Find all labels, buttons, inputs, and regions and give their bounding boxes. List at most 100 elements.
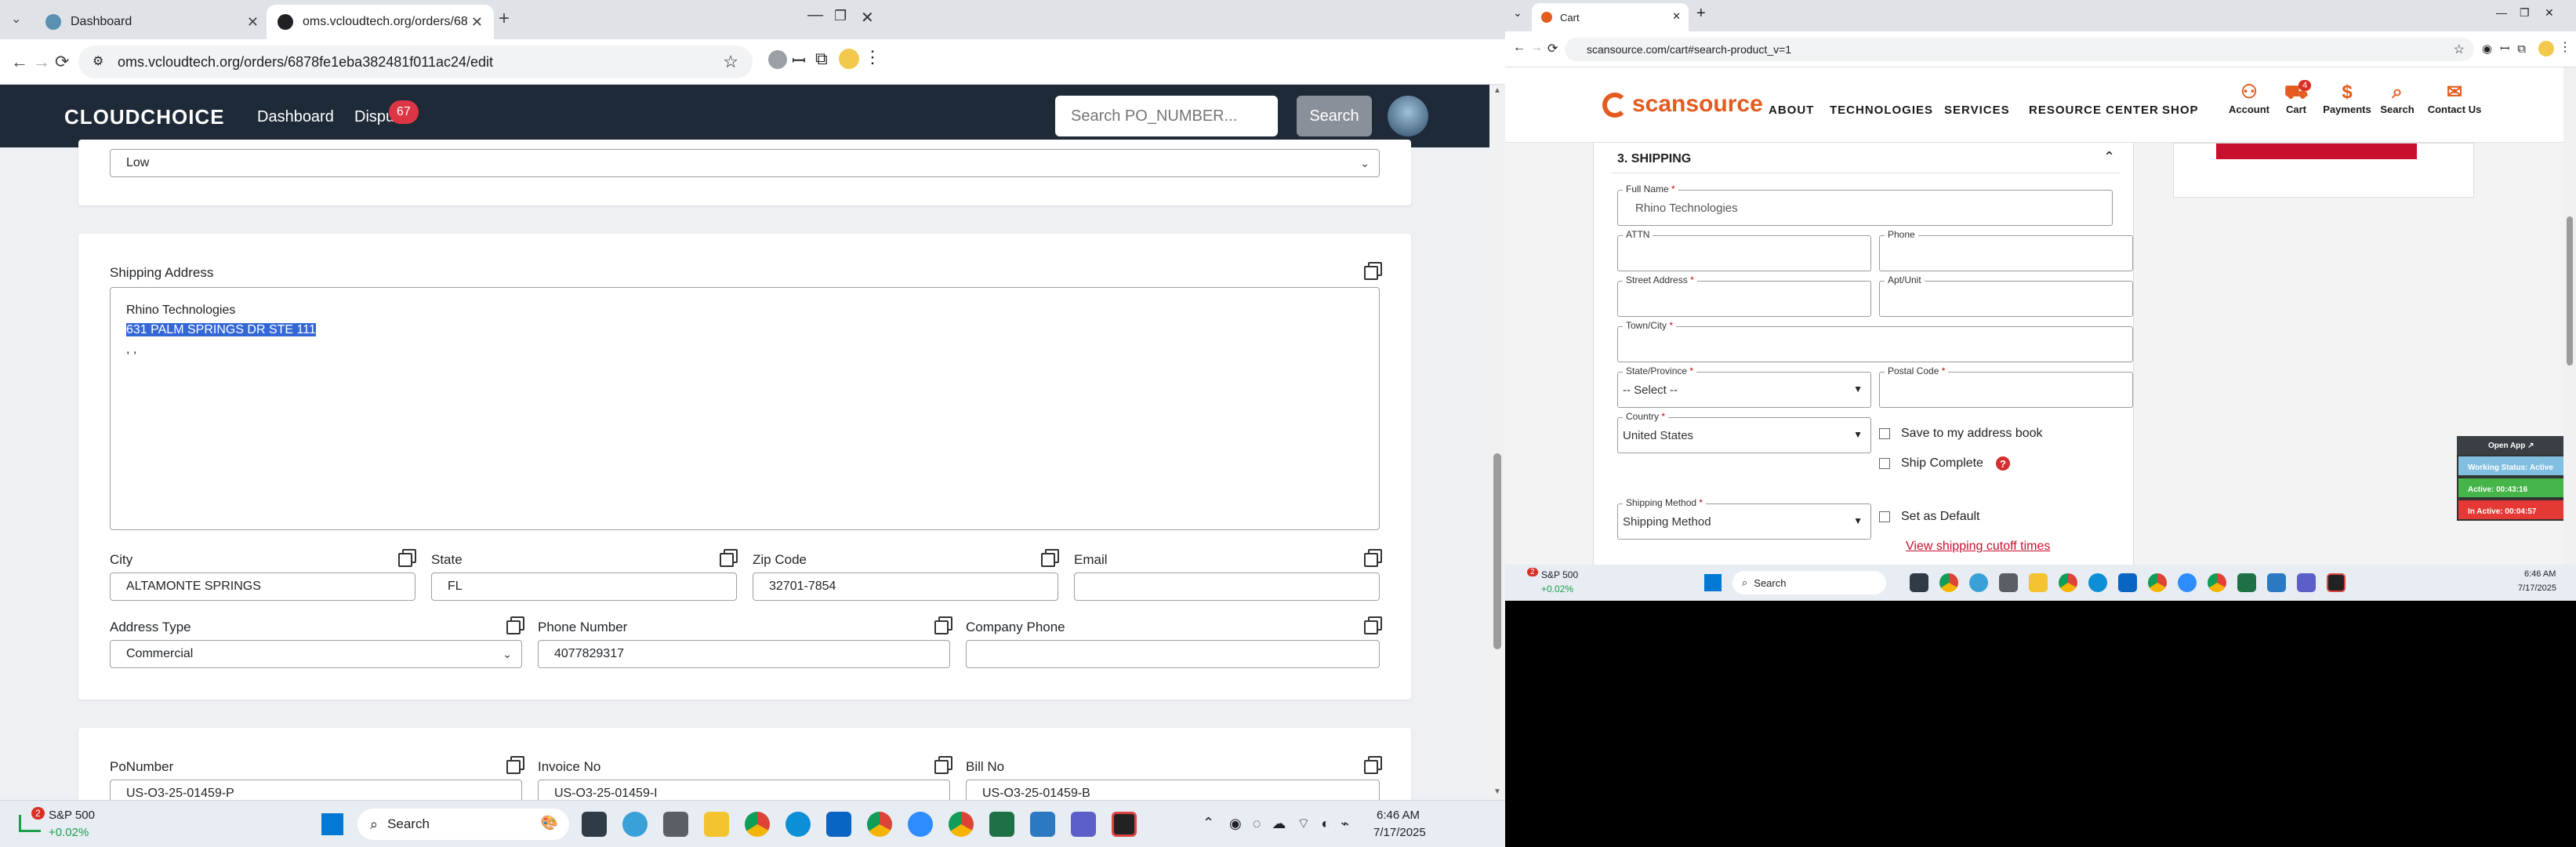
address-type-select[interactable]: Commercial ⌄	[110, 640, 522, 668]
phone-field[interactable]: Phone	[1879, 229, 2133, 271]
full-name-field[interactable]: Full Name * Rhino Technologies	[1617, 184, 2113, 226]
copy-icon[interactable]	[1364, 262, 1382, 280]
street-field[interactable]: Street Address *	[1617, 274, 1871, 317]
url-field[interactable]: scansource.com/cart#search-product_v=1 ☆	[1565, 38, 2474, 61]
extension-icon[interactable]	[768, 50, 787, 69]
tab-orders-edit[interactable]: oms.vcloudtech.org/orders/68 ✕	[267, 5, 494, 39]
copy-icon[interactable]	[1041, 549, 1059, 567]
outlook-icon[interactable]	[826, 812, 851, 837]
copy-icon[interactable]	[1364, 756, 1382, 774]
ship-complete-checkbox[interactable]: Ship Complete ?	[1879, 456, 2010, 471]
copy-icon[interactable]	[934, 616, 952, 634]
chrome-icon-4[interactable]	[2208, 573, 2226, 592]
back-icon[interactable]: ←	[1513, 41, 1526, 55]
restore-icon[interactable]: ❐	[834, 8, 847, 24]
checkbox-box[interactable]	[1879, 428, 1890, 439]
priority-select[interactable]: Low ⌄	[110, 149, 1380, 177]
attn-field[interactable]: ATTN	[1617, 229, 1871, 271]
app-icon-1[interactable]	[1910, 573, 1928, 592]
close-tab-icon[interactable]: ✕	[1672, 10, 1681, 23]
restore-icon[interactable]: ❐	[2520, 6, 2530, 20]
close-window-icon[interactable]: ✕	[2545, 6, 2554, 20]
chrome-menu-icon[interactable]: ⋮	[2559, 39, 2571, 55]
email-input[interactable]	[1074, 573, 1380, 601]
chrome-icon[interactable]	[745, 812, 770, 837]
copy-icon[interactable]	[1364, 549, 1382, 567]
tab-cart[interactable]: Cart ✕	[1532, 3, 1689, 31]
chrome-profile-icon[interactable]	[867, 812, 892, 837]
puzzle-icon[interactable]: ⧉	[815, 49, 828, 69]
new-tab-icon[interactable]: +	[499, 8, 510, 30]
close-window-icon[interactable]: ✕	[861, 8, 874, 27]
shipping-address-textarea[interactable]: Rhino Technologies 631 PALM SPRINGS DR S…	[110, 287, 1380, 530]
invoice-no-input[interactable]: US-O3-25-01459-I	[538, 780, 950, 800]
chrome-icon-3[interactable]	[2148, 573, 2167, 592]
copy-icon[interactable]	[1364, 616, 1382, 634]
checkbox-box[interactable]	[1879, 511, 1890, 522]
scroll-thumb[interactable]	[2567, 216, 2573, 365]
teams-icon[interactable]	[2297, 573, 2316, 592]
remote-desktop-icon[interactable]	[1030, 812, 1055, 837]
edge-icon[interactable]	[2088, 573, 2107, 592]
outlook-icon[interactable]	[2118, 573, 2137, 592]
apt-field[interactable]: Apt/Unit	[1879, 274, 2133, 317]
stock-name[interactable]: S&P 500	[1541, 569, 1578, 580]
app-icon-1[interactable]	[582, 812, 607, 837]
copy-icon[interactable]	[720, 549, 738, 567]
copy-icon[interactable]	[398, 549, 416, 567]
state-select[interactable]: State/Province * -- Select -- ▼	[1617, 365, 1871, 408]
minimize-icon[interactable]: —	[807, 6, 823, 24]
menu-about[interactable]: ABOUT	[1769, 104, 1814, 117]
bookmark-star-icon[interactable]: ☆	[2454, 42, 2465, 57]
account-link[interactable]: ⚇ Account	[2222, 82, 2277, 115]
calculator-icon[interactable]	[663, 812, 688, 837]
save-address-checkbox[interactable]: Save to my address book	[1879, 427, 2043, 441]
reader-icon[interactable]: ꟷ	[792, 49, 806, 72]
country-select[interactable]: Country * United States ▼	[1617, 411, 1871, 453]
right-page-scrollbar[interactable]	[2563, 67, 2576, 565]
scroll-thumb[interactable]	[1493, 453, 1501, 649]
scansource-logo[interactable]: scansource	[1632, 91, 1763, 118]
menu-services[interactable]: SERVICES	[1944, 104, 2010, 117]
company-phone-input[interactable]	[966, 640, 1380, 668]
toolbar-icons[interactable]: ◉ꟷ⧉	[2482, 41, 2534, 56]
teams-icon[interactable]	[1071, 812, 1096, 837]
town-field[interactable]: Town/City *	[1617, 320, 2133, 362]
app-icon-2[interactable]	[622, 812, 648, 837]
scroll-down-icon[interactable]: ▼	[1493, 787, 1501, 796]
file-explorer-icon[interactable]	[2029, 573, 2048, 592]
sticky-app-icon[interactable]	[2327, 573, 2346, 592]
forward-icon[interactable]: →	[33, 52, 50, 72]
checkbox-box[interactable]	[1879, 458, 1890, 469]
tray-icons[interactable]: ◉◌☁⌔◐⌁	[1229, 815, 1360, 833]
menu-shop[interactable]: SHOP	[2162, 104, 2199, 117]
chrome-menu-icon[interactable]: ⋮	[864, 47, 881, 67]
clock-date[interactable]: 7/17/2025	[2518, 583, 2556, 593]
checkout-button[interactable]	[2216, 144, 2417, 159]
collapse-chevron-icon[interactable]: ⌃	[2103, 149, 2115, 165]
menu-technologies[interactable]: TECHNOLOGIES	[1830, 104, 1933, 117]
shipping-method-select[interactable]: Shipping Method * Shipping Method ▼	[1617, 497, 1871, 540]
remote-desktop-icon[interactable]	[2267, 573, 2286, 592]
contact-link[interactable]: ✉ Contact Us	[2419, 82, 2490, 115]
help-icon[interactable]: ?	[1995, 456, 2010, 471]
clock-time[interactable]: 6:46 AM	[1377, 809, 1420, 822]
windows-start-icon[interactable]	[1704, 574, 1722, 591]
taskbar-search[interactable]: ⌕ Search 🎨	[357, 809, 569, 840]
copy-icon[interactable]	[934, 756, 952, 774]
sticky-app-icon[interactable]	[1112, 812, 1137, 837]
app-icon-3[interactable]	[1969, 573, 1988, 592]
user-avatar[interactable]	[1388, 96, 1428, 136]
windows-start-icon[interactable]	[321, 813, 343, 835]
excel-icon[interactable]	[2237, 573, 2256, 592]
nav-dashboard-link[interactable]: Dashboard	[257, 108, 334, 126]
profile-avatar-icon[interactable]	[839, 49, 859, 69]
payments-link[interactable]: $ Payments	[2317, 82, 2377, 115]
chrome-icon-2[interactable]	[2059, 573, 2077, 592]
profile-avatar-icon[interactable]	[2538, 41, 2554, 56]
search-link[interactable]: ⌕ Search	[2374, 82, 2421, 115]
zip-input[interactable]: 32701-7854	[753, 573, 1058, 601]
close-tab-icon[interactable]: ✕	[247, 14, 259, 31]
back-icon[interactable]: ←	[11, 52, 28, 72]
left-page-scrollbar[interactable]: ▲ ▼	[1489, 85, 1505, 800]
